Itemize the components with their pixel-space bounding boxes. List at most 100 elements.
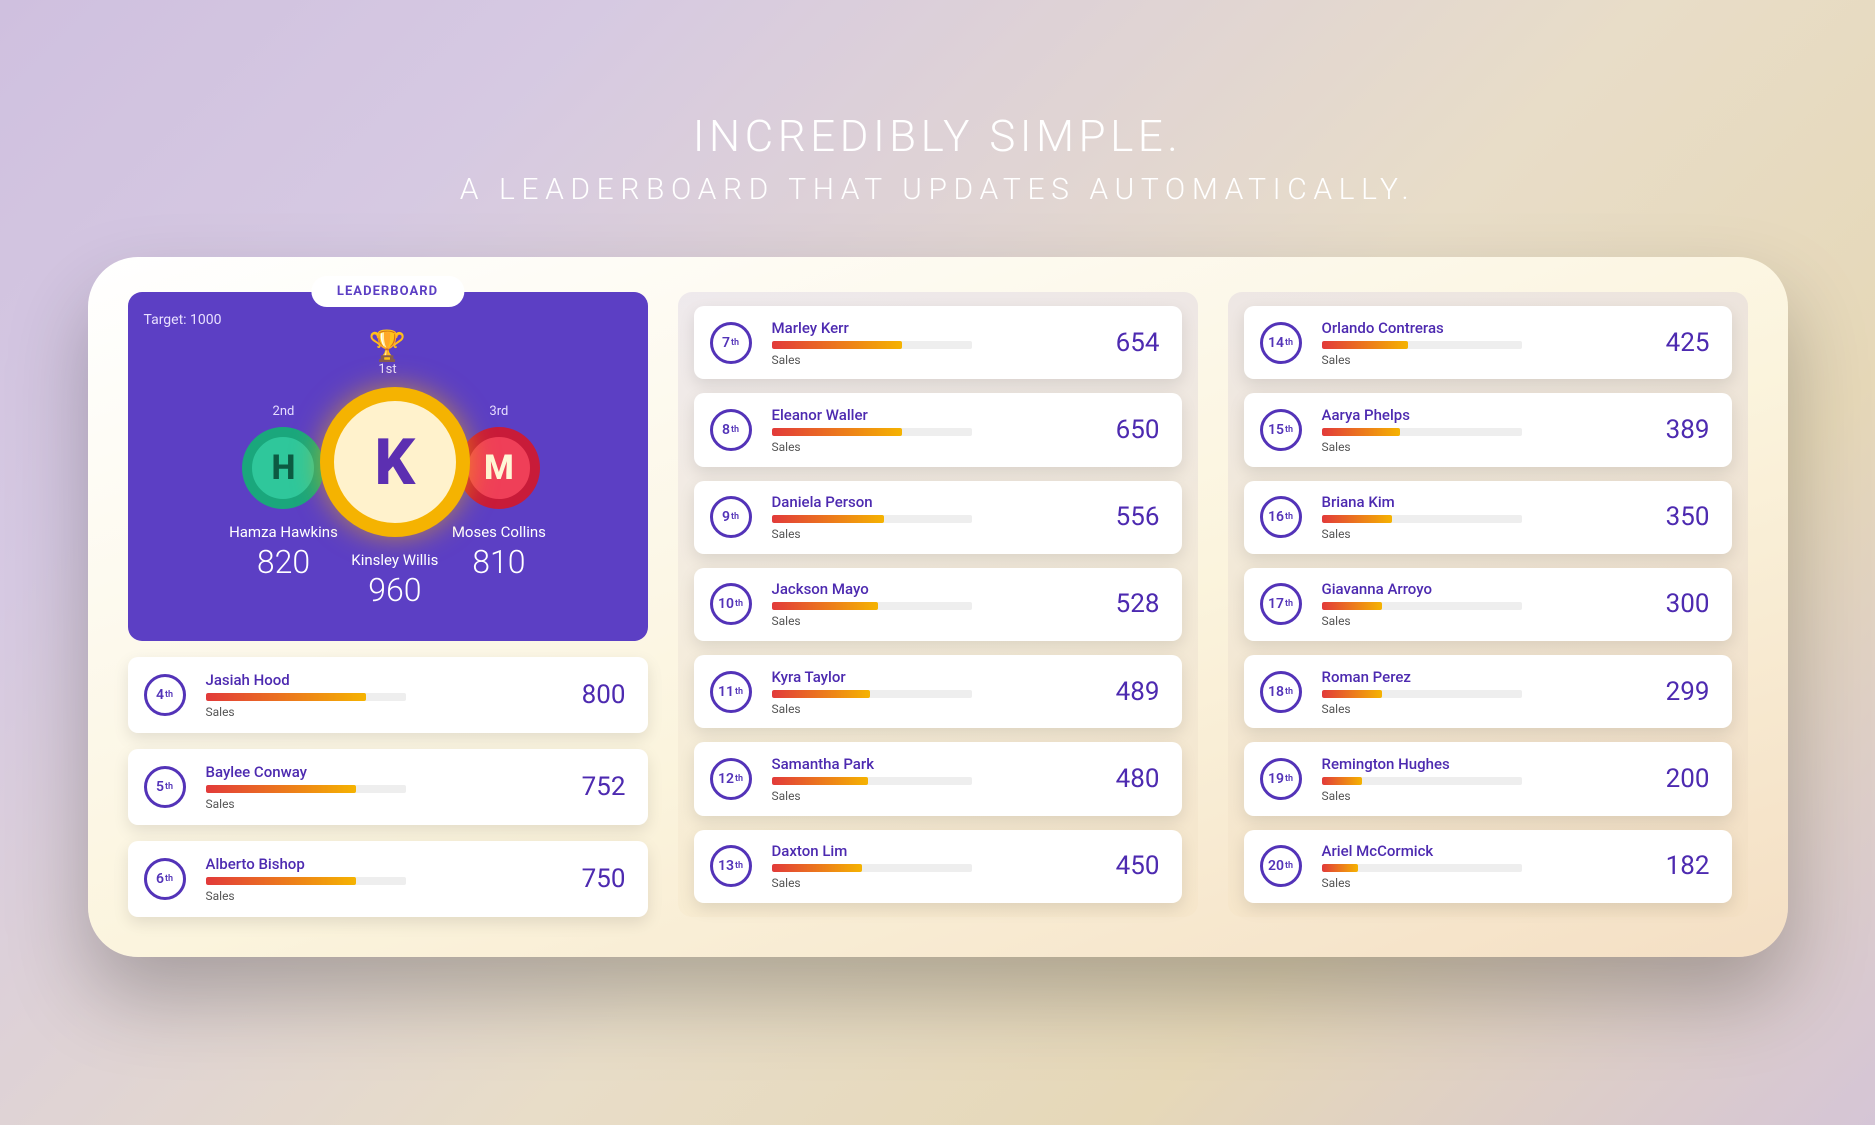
row-name: Alberto Bishop (206, 855, 536, 873)
progress-bar (1322, 515, 1522, 523)
row-category: Sales (1322, 353, 1620, 367)
leaderboard-card: LEADERBOARD Target: 1000 🏆 1st 2nd H Ham… (88, 257, 1788, 957)
row-name: Jasiah Hood (206, 671, 536, 689)
progress-bar (206, 693, 406, 701)
row-category: Sales (772, 876, 1070, 890)
row-score: 182 (1640, 851, 1710, 881)
leaderboard-row: 7th Marley Kerr Sales 654 (694, 306, 1182, 379)
row-score: 528 (1090, 589, 1160, 619)
podium-first: K Kinsley Willis 960 (320, 387, 470, 609)
progress-bar (206, 877, 406, 885)
row-name: Aarya Phelps (1322, 406, 1620, 424)
rank-badge: 8th (710, 409, 752, 451)
leaderboard-row: 4thJasiah HoodSales800 (128, 657, 648, 733)
leaderboard-row: 20thAriel McCormickSales182 (1244, 830, 1732, 903)
row-name: Daniela Person (772, 493, 1070, 511)
rank-badge: 6th (144, 858, 186, 900)
trophy-icon: 🏆 (144, 332, 632, 362)
progress-bar (772, 428, 972, 436)
row-score: 299 (1640, 677, 1710, 707)
row-name: Eleanor Waller (772, 406, 1070, 424)
leaderboard-row: 17th Giavanna Arroyo Sales 300 (1244, 568, 1732, 641)
rank-badge: 7th (710, 322, 752, 364)
row-name: Baylee Conway (206, 763, 536, 781)
leaderboard-row: 8th Eleanor Waller Sales 650 (694, 393, 1182, 466)
avatar-first: K (320, 387, 470, 537)
rank-badge: 19th (1260, 758, 1302, 800)
leaderboard-row: 16thBriana KimSales350 (1244, 481, 1732, 554)
column-left: LEADERBOARD Target: 1000 🏆 1st 2nd H Ham… (128, 292, 648, 917)
row-name: Roman Perez (1322, 668, 1620, 686)
progress-bar (772, 515, 972, 523)
row-category: Sales (1322, 702, 1620, 716)
leaderboard-row: 6thAlberto BishopSales750 (128, 841, 648, 917)
rank-badge: 10th (710, 583, 752, 625)
avatar-third: M (458, 427, 540, 509)
leaderboard-row: 18th Roman Perez Sales 299 (1244, 655, 1732, 728)
row-category: Sales (206, 705, 536, 719)
progress-bar (1322, 341, 1522, 349)
row-name: Remington Hughes (1322, 755, 1620, 773)
rank-badge: 17th (1260, 583, 1302, 625)
row-score: 425 (1640, 328, 1710, 358)
row-name: Marley Kerr (772, 319, 1070, 337)
row-category: Sales (1322, 789, 1620, 803)
progress-bar (772, 341, 972, 349)
progress-bar (206, 785, 406, 793)
row-score: 750 (556, 864, 626, 894)
row-name: Giavanna Arroyo (1322, 580, 1620, 598)
row-name: Kyra Taylor (772, 668, 1070, 686)
progress-bar (772, 690, 972, 698)
rank-badge: 16th (1260, 496, 1302, 538)
row-category: Sales (772, 353, 1070, 367)
podium-second-score: 820 (257, 543, 310, 581)
podium-third-score: 810 (472, 543, 525, 581)
row-category: Sales (1322, 614, 1620, 628)
rank-badge: 15th (1260, 409, 1302, 451)
hero-subtitle: A LEADERBOARD THAT UPDATES AUTOMATICALLY… (460, 172, 1416, 207)
row-category: Sales (772, 702, 1070, 716)
leaderboard-row: 11thKyra TaylorSales489 (694, 655, 1182, 728)
row-category: Sales (772, 789, 1070, 803)
row-score: 480 (1090, 764, 1160, 794)
first-place-label: 1st (144, 362, 632, 377)
podium-panel: LEADERBOARD Target: 1000 🏆 1st 2nd H Ham… (128, 292, 648, 641)
progress-bar (1322, 428, 1522, 436)
row-name: Samantha Park (772, 755, 1070, 773)
progress-bar (772, 864, 972, 872)
row-score: 556 (1090, 502, 1160, 532)
column-middle: 7th Marley Kerr Sales 654 8th Eleanor Waller S… (678, 292, 1198, 917)
rank-badge: 12th (710, 758, 752, 800)
row-name: Ariel McCormick (1322, 842, 1620, 860)
row-score: 650 (1090, 415, 1160, 445)
row-name: Briana Kim (1322, 493, 1620, 511)
row-category: Sales (1322, 876, 1620, 890)
leaderboard-row: 15thAarya PhelpsSales389 (1244, 393, 1732, 466)
leaderboard-row: 13thDaxton LimSales450 (694, 830, 1182, 903)
row-category: Sales (206, 797, 536, 811)
podium-first-name: Kinsley Willis (351, 551, 438, 569)
row-score: 350 (1640, 502, 1710, 532)
podium-first-score: 960 (368, 571, 421, 609)
row-score: 752 (556, 772, 626, 802)
third-place-label: 3rd (489, 404, 508, 419)
leaderboard-badge: LEADERBOARD (311, 276, 464, 307)
target-label: Target: 1000 (144, 312, 632, 328)
progress-bar (772, 602, 972, 610)
rank-badge: 9th (710, 496, 752, 538)
row-category: Sales (772, 440, 1070, 454)
row-name: Jackson Mayo (772, 580, 1070, 598)
rank-badge: 18th (1260, 671, 1302, 713)
rank-badge: 14th (1260, 322, 1302, 364)
row-category: Sales (772, 527, 1070, 541)
progress-bar (772, 777, 972, 785)
row-name: Orlando Contreras (1322, 319, 1620, 337)
row-score: 654 (1090, 328, 1160, 358)
row-score: 489 (1090, 677, 1160, 707)
avatar-second: H (242, 427, 324, 509)
leaderboard-row: 5thBaylee ConwaySales752 (128, 749, 648, 825)
hero-title: INCREDIBLY SIMPLE. (460, 110, 1416, 162)
column-right: 14th Orlando Contreras Sales 425 15th Aarya P… (1228, 292, 1748, 917)
row-score: 300 (1640, 589, 1710, 619)
progress-bar (1322, 864, 1522, 872)
